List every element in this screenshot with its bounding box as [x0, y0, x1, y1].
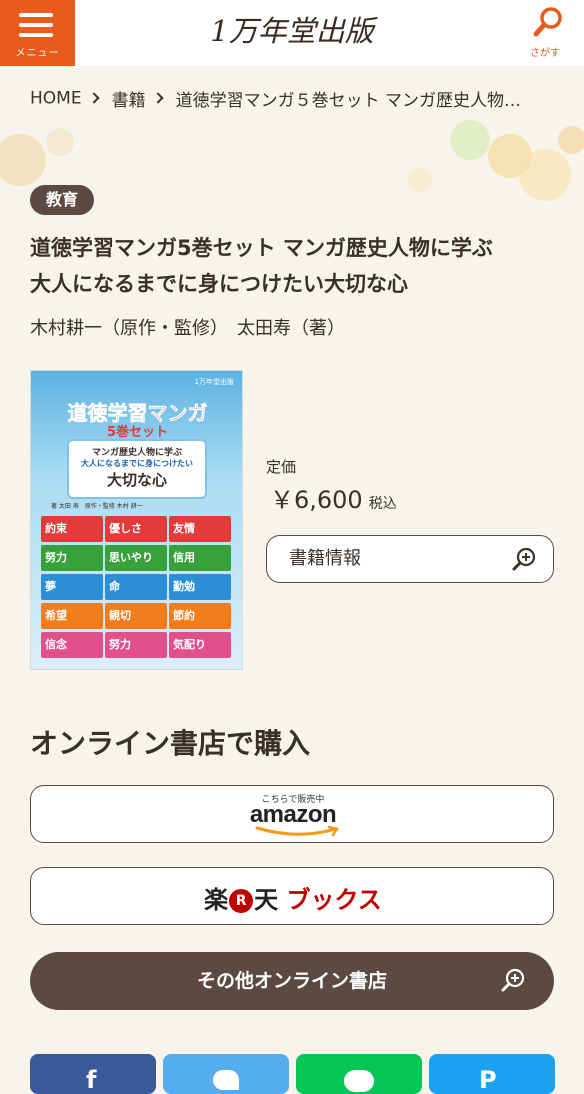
- cover-virtue-cell: 命: [105, 574, 167, 600]
- cover-virtue-cell: 努力: [41, 545, 103, 571]
- book-authors: 木村耕一（原作・監修） 太田寿（著）: [30, 318, 345, 339]
- category-tag[interactable]: 教育: [30, 185, 95, 215]
- cover-author-line: 著 太田 寿 原作・監修 木村 耕一: [51, 503, 143, 510]
- book-title-line2: 大人になるまでに身につけたい大切な心: [30, 272, 408, 296]
- cover-virtue-cell: 節約: [169, 603, 231, 629]
- cover-subtitle-box: マンガ歴史人物に学ぶ 大人になるまでに身につけたい 大切な心: [67, 439, 207, 499]
- facebook-icon: f: [86, 1066, 97, 1094]
- search-button[interactable]: さがす: [506, 0, 584, 66]
- cover-set: 5巻セット: [106, 425, 169, 440]
- other-stores-label: その他オンライン書店: [196, 970, 387, 992]
- zoom-plus-icon: [512, 547, 536, 571]
- cover-virtue-cell: 友情: [169, 516, 231, 542]
- rakuten-r-icon: R: [229, 889, 254, 913]
- zoom-plus-icon: [501, 968, 525, 992]
- cover-virtue-cell: 信念: [41, 632, 103, 658]
- cover-virtue-cell: 気配り: [169, 632, 231, 658]
- search-icon: [533, 7, 562, 37]
- book-title-line1: 道徳学習マンガ5巻セット マンガ歴史人物に学ぶ: [30, 236, 493, 260]
- share-facebook[interactable]: f: [30, 1054, 156, 1094]
- cover-publisher: 1万年堂出版: [194, 378, 234, 386]
- amazon-smile-icon: [255, 826, 340, 837]
- cover-virtue-cell: 信用: [169, 545, 231, 571]
- chevron-right-icon: [151, 91, 164, 104]
- rakuten-char1: 楽: [204, 886, 229, 914]
- cover-virtue-cell: 勤勉: [169, 574, 231, 600]
- cover-sub2: 大人になるまでに身につけたい: [81, 459, 193, 468]
- chevron-right-icon: [87, 91, 100, 104]
- line-icon: [344, 1070, 374, 1092]
- breadcrumb-category[interactable]: 書籍: [112, 91, 146, 111]
- cover-virtue-cell: 優しさ: [105, 516, 167, 542]
- cover-virtue-cell: 親切: [105, 603, 167, 629]
- price-value: ￥6,600 税込: [270, 480, 397, 515]
- price-tax: 税込: [368, 496, 397, 512]
- price-label: 定価: [266, 458, 297, 476]
- cover-virtue-cell: 希望: [41, 603, 103, 629]
- twitter-icon: [213, 1070, 239, 1090]
- cover-virtue-grid: 約束 優しさ 友情努力 思いやり 信用夢命勤勉希望 親切 節約信念 努力 気配り: [41, 516, 235, 661]
- cover-sub1: マンガ歴史人物に学ぶ: [91, 448, 182, 458]
- amazon-button[interactable]: こちらで販売中 amazon: [30, 785, 554, 843]
- book-title: 道徳学習マンガ5巻セット マンガ歴史人物に学ぶ 大人になるまでに身につけたい大切…: [30, 230, 560, 302]
- book-info-button[interactable]: 書籍情報: [266, 535, 554, 583]
- breadcrumb-current: 道徳学習マンガ５巻セット マンガ歴史人物…: [175, 91, 521, 111]
- cover-virtue-cell: 約束: [41, 516, 103, 542]
- book-cover: 1万年堂出版 道徳学習マンガ 5巻セット マンガ歴史人物に学ぶ 大人になるまでに…: [30, 370, 243, 670]
- cover-virtue-cell: 努力: [105, 632, 167, 658]
- rakuten-logo: 楽R天 ブックス: [31, 880, 555, 915]
- price-amount: ￥6,600: [270, 486, 363, 514]
- share-line[interactable]: [296, 1054, 422, 1094]
- cover-virtue-cell: 夢: [41, 574, 103, 600]
- share-twitter[interactable]: [163, 1054, 289, 1094]
- pinterest-icon: P: [479, 1066, 497, 1094]
- amazon-logo: amazon: [249, 801, 337, 828]
- cover-virtue-cell: 思いやり: [105, 545, 167, 571]
- share-pinterest[interactable]: P: [429, 1054, 555, 1094]
- search-label: さがす: [530, 48, 560, 59]
- rakuten-books-text: ブックス: [286, 886, 382, 914]
- site-logo[interactable]: 1万年堂出版: [0, 8, 584, 50]
- online-store-heading: オンライン書店で購入: [30, 727, 311, 760]
- other-stores-button[interactable]: その他オンライン書店: [30, 952, 554, 1010]
- rakuten-books-button[interactable]: 楽R天 ブックス: [30, 867, 554, 925]
- site-header: メニュー 1万年堂出版 さがす: [0, 0, 584, 66]
- breadcrumb: HOME 書籍 道徳学習マンガ５巻セット マンガ歴史人物…: [30, 86, 570, 112]
- rakuten-char2: 天: [254, 886, 279, 914]
- book-info-label: 書籍情報: [289, 548, 361, 569]
- breadcrumb-home[interactable]: HOME: [30, 89, 82, 109]
- cover-sub3: 大切な心: [106, 471, 167, 489]
